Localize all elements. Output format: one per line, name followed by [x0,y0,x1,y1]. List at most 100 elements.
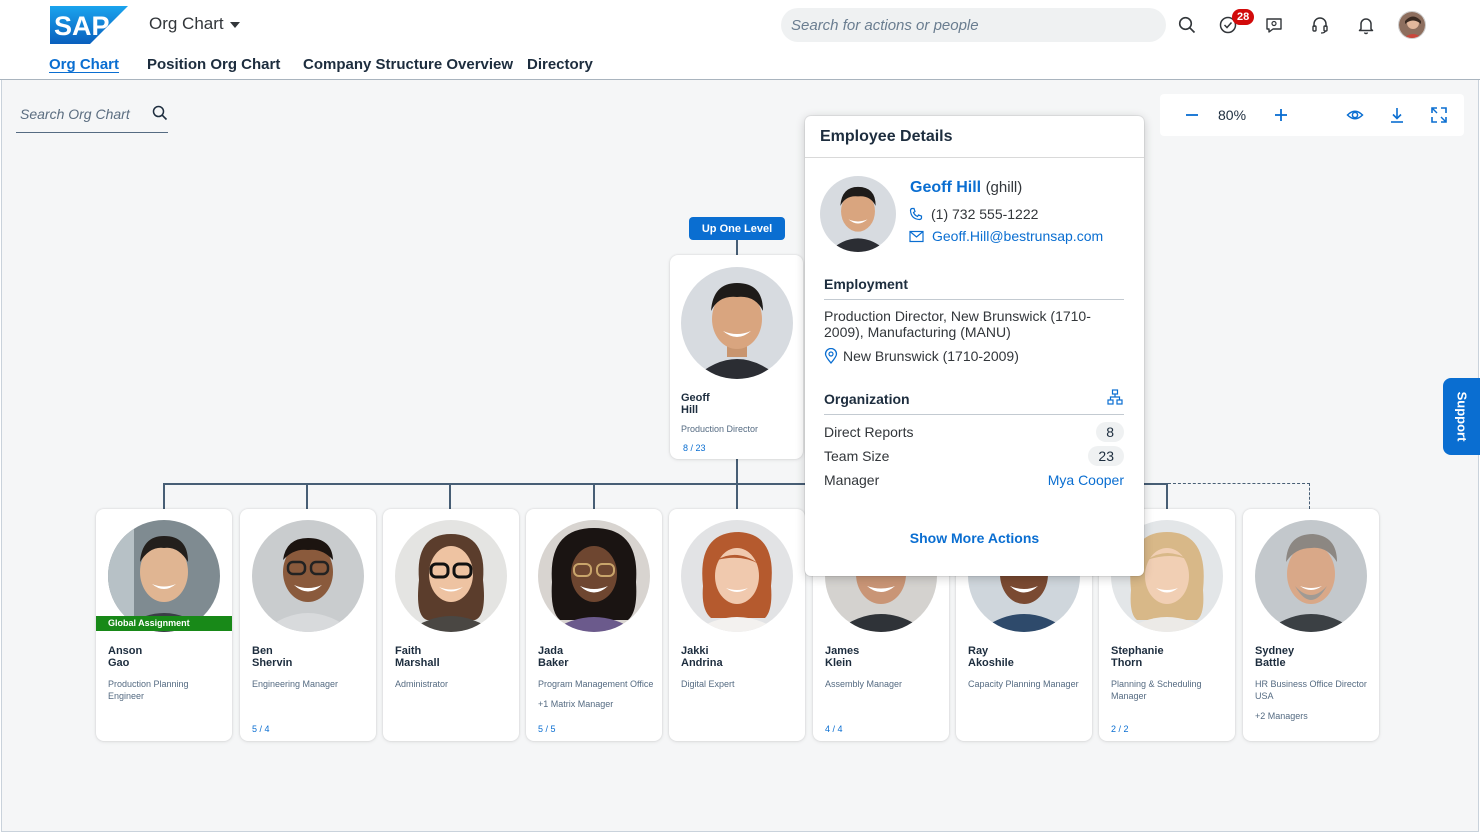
employee-photo [820,176,896,252]
employee-title: Production Director [681,424,759,434]
employee-card[interactable]: Jada Baker Program Management Office +1 M… [526,509,662,741]
app-title: Org Chart [149,14,224,33]
notification-count-badge: 28 [1232,9,1255,25]
employee-title: Engineering Manager [252,679,339,689]
employee-title: Administrator [395,679,449,689]
search-icon[interactable] [152,105,168,126]
org-search [16,97,168,133]
direct-reports-row: Direct Reports 8 [824,422,1124,442]
svg-text:SAP: SAP [54,11,110,41]
bell-icon[interactable] [1353,12,1379,38]
employee-card[interactable]: Jakki Andrina Digital Expert [669,509,805,741]
top-node-card[interactable]: Geoff Hill Production Director 8 / 23 [670,255,803,459]
tab-company-structure-overview[interactable]: Company Structure Overview [303,56,513,73]
matrix-connector-line [1168,483,1310,484]
connector-line [1143,483,1167,485]
caret-down-icon [229,22,240,28]
employee-name: James Klein [825,645,860,669]
phone-row[interactable]: (1) 732 555-1222 [909,206,1038,222]
connector-line [163,483,165,509]
employment-description: Production Director, New Brunswick (1710… [824,308,1091,340]
tab-org-chart[interactable]: Org Chart [49,56,119,73]
team-size-label: Team Size [824,448,890,464]
zoom-toolbar: 80% [1160,94,1464,136]
employee-card[interactable]: Global Assignment Anson Gao Production Pl… [96,509,232,741]
email-icon [909,230,924,242]
email-address: Geoff.Hill@bestrunsap.com [932,228,1104,244]
employee-title: Planning & Scheduling Manager [1111,679,1202,701]
reports-count[interactable]: 2 / 2 [1111,724,1129,734]
managers-note: +2 Managers [1255,711,1308,721]
org-hierarchy-icon[interactable] [1107,389,1123,410]
connector-line [1166,483,1168,509]
view-eye-icon[interactable] [1343,103,1367,127]
employee-photo [1255,520,1367,632]
direct-reports-count: 8 [1096,422,1124,442]
download-icon[interactable] [1385,103,1409,127]
employee-name-link[interactable]: Geoff Hill [910,179,981,196]
employee-photo [681,267,793,379]
employee-card[interactable]: Ben Shervin Engineering Manager 5 / 4 [240,509,376,741]
employee-card[interactable]: Faith Marshall Administrator [383,509,519,741]
tab-position-org-chart[interactable]: Position Org Chart [147,56,280,73]
location-pin-icon [824,348,838,364]
feedback-icon[interactable] [1261,12,1287,38]
employee-details-popover: Employee Details Geoff Hill (ghill) (1) … [805,116,1144,576]
team-size-count: 23 [1088,446,1124,466]
reports-count[interactable]: 4 / 4 [825,724,843,734]
popover-title: Employee Details [805,116,1144,158]
manager-label: Manager [824,472,880,488]
app-title-menu[interactable]: Org Chart [149,14,240,34]
employee-name: Stephanie Thorn [1111,645,1164,669]
support-button[interactable]: Support [1443,378,1480,455]
connector-line [163,483,805,485]
search-icon[interactable] [1174,12,1200,38]
employee-title: Assembly Manager [825,679,903,689]
employee-name-line: Geoff Hill (ghill) [910,179,1022,197]
employee-title: Program Management Office [538,679,654,689]
location-row: New Brunswick (1710-2009) [824,348,1019,364]
employee-name: Faith Marshall [395,645,440,669]
global-search-input[interactable] [781,8,1166,42]
employee-photo [538,520,650,632]
reports-count[interactable]: 5 / 4 [252,724,270,734]
employee-title: HR Business Office Director USA [1255,679,1367,701]
employee-name: Ben Shervin [252,645,293,669]
email-link[interactable]: Geoff.Hill@bestrunsap.com [909,228,1103,244]
employee-user-id: (ghill) [985,179,1023,196]
tab-bar: Org Chart Position Org Chart Company Str… [0,50,1480,80]
matrix-manager-note: +1 Matrix Manager [538,699,614,709]
user-avatar[interactable] [1398,11,1426,39]
direct-reports-label: Direct Reports [824,424,914,440]
support-label: Support [1454,391,1470,442]
connector-line [593,483,595,509]
employee-title: Production Planning Engineer [108,679,189,701]
tab-directory[interactable]: Directory [527,56,593,73]
connector-line [736,459,738,483]
employment-section-title: Employment [824,276,1124,300]
employee-card[interactable]: Sydney Battle HR Business Office Director… [1243,509,1379,741]
fullscreen-icon[interactable] [1427,103,1451,127]
headset-icon[interactable] [1307,12,1333,38]
show-more-actions-button[interactable]: Show More Actions [805,530,1144,546]
zoom-out-button[interactable] [1180,103,1204,127]
manager-link[interactable]: Mya Cooper [1048,472,1124,488]
connector-line [449,483,451,509]
location-text: New Brunswick (1710-2009) [843,348,1019,364]
zoom-in-button[interactable] [1269,103,1293,127]
up-one-level-button[interactable]: Up One Level [689,217,785,240]
employee-photo [395,520,507,632]
global-assignment-badge: Global Assignment [96,616,232,631]
reports-count[interactable]: 5 / 5 [538,724,556,734]
zoom-level: 80% [1218,107,1247,123]
employee-name: Jada Baker [538,645,569,669]
employee-name: Sydney Battle [1255,645,1295,669]
team-size-row: Team Size 23 [824,446,1124,466]
sap-logo[interactable]: SAP [50,6,128,44]
reports-count[interactable]: 8 / 23 [683,443,706,453]
connector-line [736,240,738,255]
org-search-input[interactable] [16,97,146,131]
connector-line [736,483,738,509]
employee-name: Ray Akoshile [968,645,1014,669]
shell-bar: SAP Org Chart 28 [0,0,1480,50]
